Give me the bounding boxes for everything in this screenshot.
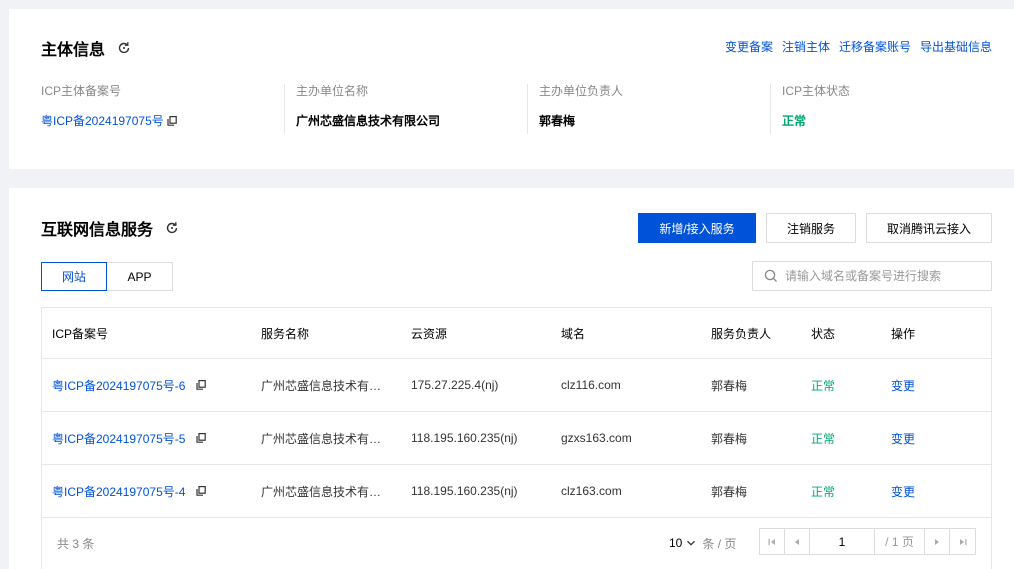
refresh-icon[interactable] <box>165 221 179 235</box>
table-row: 粤ICP备2024197075号-5 广州芯盛信息技术有限公司 118.195.… <box>42 412 991 465</box>
info-label: 主办单位名称 <box>296 84 369 98</box>
tab-website[interactable]: 网站 <box>41 262 107 291</box>
cancel-subject-link[interactable]: 注销主体 <box>782 38 830 55</box>
row-domain: clz163.com <box>561 484 622 498</box>
first-page-button[interactable] <box>760 529 785 554</box>
page-size-unit: 条 / 页 <box>702 536 737 551</box>
col-status: 状态 <box>811 326 836 341</box>
row-resource: 118.195.160.235(nj) <box>411 431 518 445</box>
info-value: 广州芯盛信息技术有限公司 <box>296 114 441 128</box>
row-icp: 粤ICP备2024197075号-4 <box>42 483 261 500</box>
subject-info-card: 主体信息 变更备案 注销主体 迁移备案账号 导出基础信息 ICP主体备案号 粤I… <box>9 9 1014 169</box>
pager: / 1 页 <box>759 528 976 555</box>
copy-icon[interactable] <box>196 486 207 496</box>
tab-app[interactable]: APP <box>107 262 173 291</box>
row-name: 广州芯盛信息技术有限公司 <box>261 483 411 500</box>
change-link[interactable]: 变更 <box>891 483 981 500</box>
page-size-select[interactable]: 10 条 / 页 <box>669 535 736 552</box>
info-label: ICP主体状态 <box>782 84 851 98</box>
prev-page-icon <box>795 538 799 545</box>
total-count: 共 3 条 <box>57 536 95 551</box>
info-value: 郭春梅 <box>539 114 576 128</box>
search-input[interactable] <box>785 269 985 283</box>
page-number-input[interactable] <box>810 529 875 554</box>
info-value: 粤ICP备2024197075号 <box>41 114 284 128</box>
info-label: ICP主体备案号 <box>41 84 122 98</box>
export-info-link[interactable]: 导出基础信息 <box>920 38 992 55</box>
service-name: 广州芯盛信息技术有限公司 <box>261 378 382 393</box>
col-name: 服务名称 <box>261 326 310 341</box>
refresh-icon[interactable] <box>117 41 131 55</box>
subject-info-grid: ICP主体备案号 粤ICP备2024197075号 主办单位名称 广州芯盛信息技… <box>41 84 1013 134</box>
cancel-service-button[interactable]: 注销服务 <box>766 213 856 243</box>
add-service-button[interactable]: 新增/接入服务 <box>638 213 756 243</box>
icp-number-link[interactable]: 粤ICP备2024197075号-4 <box>52 483 185 500</box>
services-table: ICP备案号 服务名称 云资源 域名 服务负责人 状态 操作 粤ICP备2024… <box>41 307 992 569</box>
table-row: 粤ICP备2024197075号-6 广州芯盛信息技术有限公司 175.27.2… <box>42 359 991 412</box>
row-status: 正常 <box>811 484 836 499</box>
next-page-button[interactable] <box>925 529 950 554</box>
col-action: 操作 <box>891 326 916 341</box>
row-name: 广州芯盛信息技术有限公司 <box>261 377 411 394</box>
prev-page-button[interactable] <box>785 529 810 554</box>
row-status: 正常 <box>811 431 836 446</box>
table-row: 粤ICP备2024197075号-4 广州芯盛信息技术有限公司 118.195.… <box>42 465 991 518</box>
info-icp-number: ICP主体备案号 粤ICP备2024197075号 <box>41 84 284 134</box>
change-link[interactable]: 变更 <box>891 377 981 394</box>
services-card: 互联网信息服务 新增/接入服务 注销服务 取消腾讯云接入 网站 APP ICP备… <box>9 188 1014 569</box>
service-name: 广州芯盛信息技术有限公司 <box>261 484 382 499</box>
pagination-bar: 共 3 条 10 条 / 页 1 / 1 页 <box>42 518 991 568</box>
last-page-icon <box>959 538 966 545</box>
first-page-icon <box>768 538 775 545</box>
col-resource: 云资源 <box>411 326 448 341</box>
row-owner: 郭春梅 <box>711 484 748 499</box>
copy-icon[interactable] <box>167 116 177 126</box>
row-icp: 粤ICP备2024197075号-6 <box>42 377 261 394</box>
col-icp: ICP备案号 <box>52 326 109 341</box>
row-name: 广州芯盛信息技术有限公司 <box>261 430 411 447</box>
next-page-icon <box>935 538 939 545</box>
service-name: 广州芯盛信息技术有限公司 <box>261 431 382 446</box>
row-owner: 郭春梅 <box>711 431 748 446</box>
services-title: 互联网信息服务 <box>41 222 154 239</box>
row-resource: 118.195.160.235(nj) <box>411 484 518 498</box>
icp-number-link[interactable]: 粤ICP备2024197075号-6 <box>52 377 185 394</box>
row-domain: gzxs163.com <box>561 431 632 445</box>
info-label: 主办单位负责人 <box>539 84 624 98</box>
status-value: 正常 <box>782 114 807 128</box>
row-status: 正常 <box>811 378 836 393</box>
service-type-tabs: 网站 APP <box>41 262 173 291</box>
cancel-access-button[interactable]: 取消腾讯云接入 <box>866 213 992 243</box>
info-org-owner: 主办单位负责人 郭春梅 <box>527 84 770 134</box>
col-owner: 服务负责人 <box>711 326 772 341</box>
icp-number-value: 粤ICP备2024197075号 <box>41 114 164 128</box>
change-link[interactable]: 变更 <box>891 430 981 447</box>
icp-number-link[interactable]: 粤ICP备2024197075号-5 <box>52 430 185 447</box>
info-status: ICP主体状态 正常 <box>770 84 1013 134</box>
copy-icon[interactable] <box>196 380 207 390</box>
search-box <box>752 261 992 291</box>
subject-actions: 变更备案 注销主体 迁移备案账号 导出基础信息 <box>725 38 992 55</box>
row-resource: 175.27.225.4(nj) <box>411 378 499 392</box>
info-org-name: 主办单位名称 广州芯盛信息技术有限公司 <box>284 84 527 134</box>
page-size-value: 10 <box>669 536 683 550</box>
col-domain: 域名 <box>561 326 586 341</box>
change-filing-link[interactable]: 变更备案 <box>725 38 773 55</box>
search-icon <box>764 269 778 283</box>
total-pages: / 1 页 <box>875 529 925 554</box>
row-domain: clz116.com <box>561 378 621 392</box>
migrate-account-link[interactable]: 迁移备案账号 <box>839 38 911 55</box>
row-owner: 郭春梅 <box>711 378 748 393</box>
row-icp: 粤ICP备2024197075号-5 <box>42 430 261 447</box>
chevron-down-icon <box>687 540 696 546</box>
subject-title: 主体信息 <box>41 42 106 59</box>
services-title-row: 互联网信息服务 <box>41 216 179 240</box>
subject-title-row: 主体信息 <box>41 36 131 60</box>
last-page-button[interactable] <box>950 529 975 554</box>
table-header: ICP备案号 服务名称 云资源 域名 服务负责人 状态 操作 <box>42 308 991 359</box>
copy-icon[interactable] <box>196 433 207 443</box>
